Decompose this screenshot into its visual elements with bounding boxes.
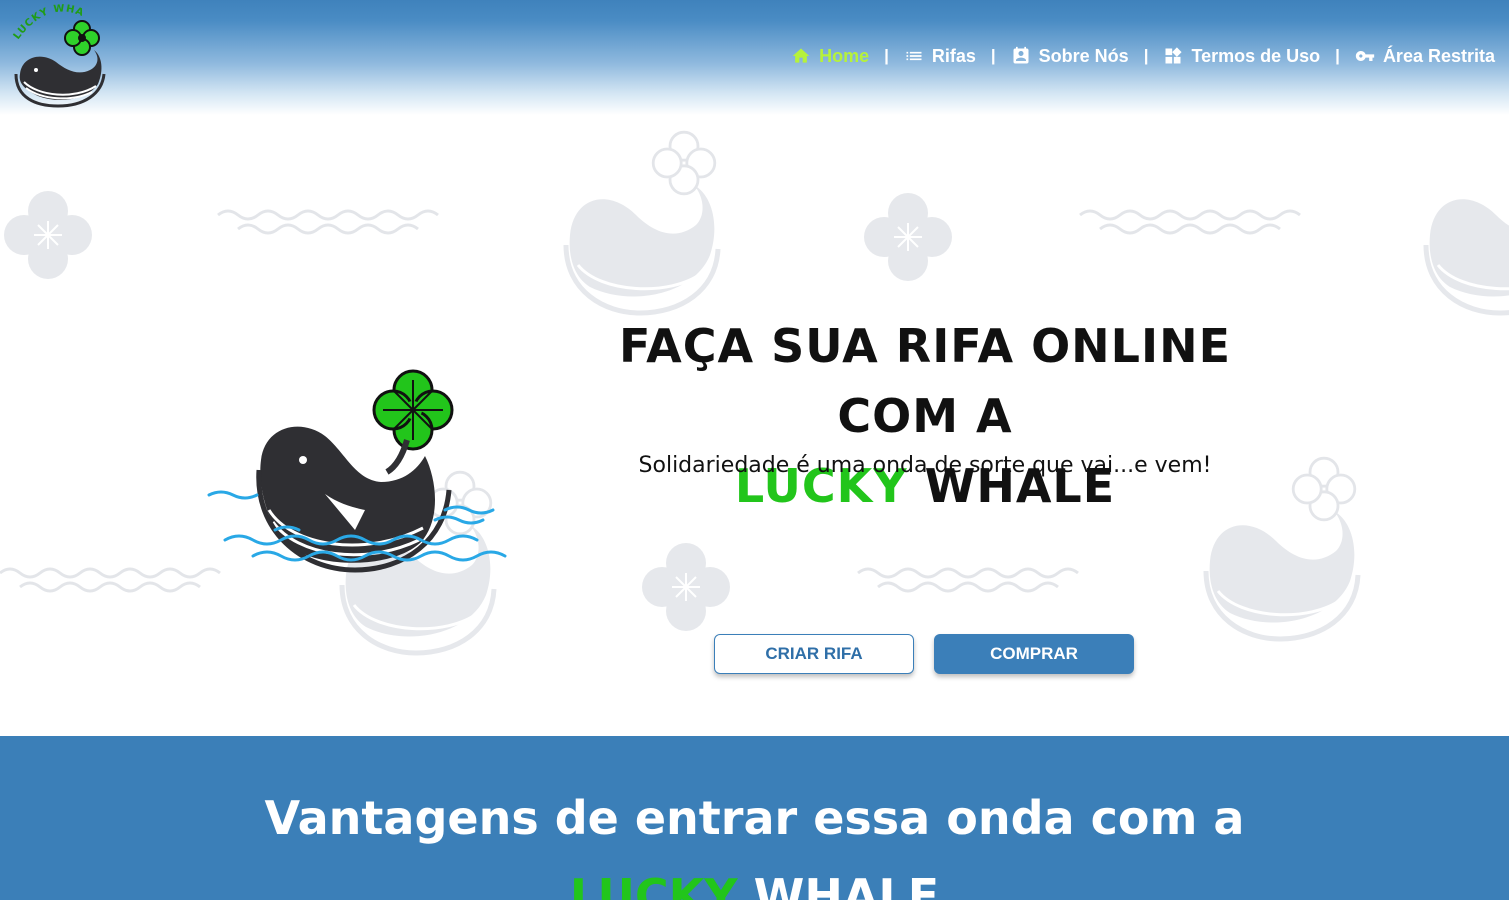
nav-item-label: Área Restrita xyxy=(1382,45,1495,66)
hero-title: FAÇA SUA RIFA ONLINE COM A LUCKY WHALE xyxy=(560,311,1290,521)
hero-subtitle: Solidariedade é uma onda de sorte que va… xyxy=(638,453,1212,478)
lucky-whale-logo[interactable]: LUCKY WHALE xyxy=(4,0,108,108)
advantages-section: Vantagens de entrar essa onda com a LUCK… xyxy=(0,736,1509,900)
nav-item-area-restrita[interactable]: Área Restrita xyxy=(1355,46,1495,67)
hero-title-line1: FAÇA SUA RIFA ONLINE COM A xyxy=(618,319,1232,443)
nav-item-home[interactable]: Home xyxy=(791,46,869,67)
main-nav: Home | Rifas | Sobre Nós | Termos de Uso… xyxy=(791,42,1495,70)
home-icon xyxy=(792,48,810,63)
nav-item-label: Termos de Uso xyxy=(1191,45,1321,66)
nav-item-rifas[interactable]: Rifas xyxy=(904,46,976,67)
list-icon xyxy=(906,51,922,61)
nav-item-label: Sobre Nós xyxy=(1038,45,1129,66)
contact-card-icon xyxy=(1013,46,1029,64)
site-header: LUCKY WHALE Home | Rifas xyxy=(0,0,1509,115)
nav-item-label: Home xyxy=(819,45,870,66)
lucky-whale-illustration xyxy=(207,369,507,573)
buy-button[interactable]: COMPRAR xyxy=(934,634,1134,674)
nav-item-label: Rifas xyxy=(931,45,976,66)
nav-item-termos-de-uso[interactable]: Termos de Uso xyxy=(1163,46,1320,67)
nav-separator: | xyxy=(990,46,996,65)
nav-separator: | xyxy=(1143,46,1149,65)
create-raffle-button[interactable]: CRIAR RIFA xyxy=(714,634,914,674)
hero-section: FAÇA SUA RIFA ONLINE COM A LUCKY WHALE S… xyxy=(0,115,1509,736)
advantages-title-highlight: LUCKY xyxy=(569,869,738,900)
widgets-icon xyxy=(1165,47,1183,64)
key-icon xyxy=(1355,51,1375,61)
nav-item-sobre-nos[interactable]: Sobre Nós xyxy=(1011,46,1129,67)
advantages-title-line2: LUCKY WHALE xyxy=(0,866,1509,900)
nav-separator: | xyxy=(884,46,889,65)
nav-separator: | xyxy=(1335,46,1340,65)
advantages-title: Vantagens de entrar essa onda com a xyxy=(264,791,1245,845)
advantages-title-rest: WHALE xyxy=(753,869,940,900)
